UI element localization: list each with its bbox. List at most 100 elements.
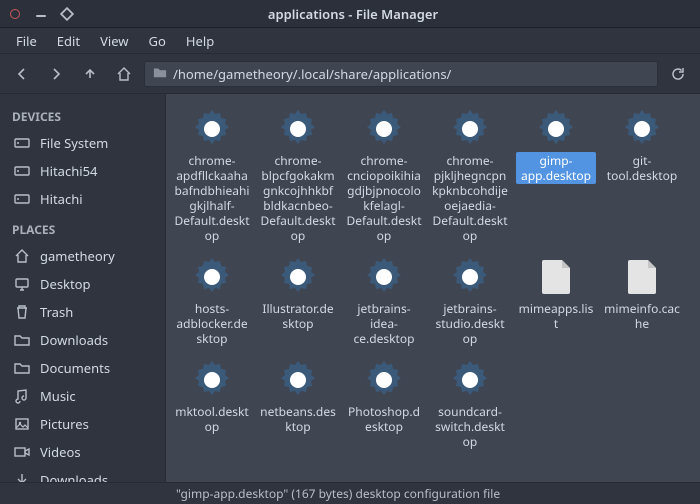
file-item[interactable]: Photoshop.desktop [342, 355, 426, 456]
file-view[interactable]: chrome-apdfllckaahabafndbhieahigkjlhalf-… [166, 94, 700, 482]
sidebar-item[interactable]: Desktop [0, 270, 165, 298]
desktop-icon [14, 276, 30, 292]
file-label: chrome-pjkljhegncpnkpknbcohdijeoejaedia-… [430, 152, 510, 244]
file-label: hosts-adblocker.desktop [172, 300, 252, 347]
file-item[interactable]: hosts-adblocker.desktop [170, 252, 254, 353]
drive-icon [14, 191, 30, 207]
home-icon [14, 248, 30, 264]
forward-button[interactable] [42, 60, 70, 88]
launcher-icon [191, 108, 233, 150]
window-title: applications - File Manager [74, 5, 632, 23]
sidebar-item[interactable]: Downloads [0, 466, 165, 482]
drive-icon [14, 163, 30, 179]
file-item[interactable]: chrome-apdfllckaahabafndbhieahigkjlhalf-… [170, 104, 254, 250]
launcher-icon [277, 256, 319, 298]
file-label: mktool.desktop [172, 403, 252, 435]
file-item[interactable]: chrome-pjkljhegncpnkpknbcohdijeoejaedia-… [428, 104, 512, 250]
file-item[interactable]: jetbrains-idea-ce.desktop [342, 252, 426, 353]
toolbar: /home/gametheory/.local/share/applicatio… [0, 54, 700, 94]
menu-view[interactable]: View [92, 29, 136, 53]
sidebar-item[interactable]: Downloads [0, 326, 165, 354]
file-label: chrome-cnciopoikihiagdjbjpnocolokfelagl-… [344, 152, 424, 244]
launcher-icon [277, 359, 319, 401]
pictures-icon [14, 416, 30, 432]
file-item[interactable]: git-tool.desktop [600, 104, 684, 250]
window-maximize-button[interactable] [60, 7, 74, 21]
file-label: jetbrains-idea-ce.desktop [344, 300, 424, 347]
sidebar-section-header: DEVICES [0, 100, 165, 129]
menu-go[interactable]: Go [141, 29, 174, 53]
music-icon [14, 388, 30, 404]
folder-icon [14, 360, 30, 376]
file-item[interactable]: mktool.desktop [170, 355, 254, 456]
file-label: mimeapps.list [516, 300, 596, 332]
sidebar-item[interactable]: Hitachi [0, 185, 165, 213]
file-item[interactable]: Illustrator.desktop [256, 252, 340, 353]
file-label: netbeans.desktop [258, 403, 338, 435]
titlebar: applications - File Manager [0, 0, 700, 28]
sidebar-item[interactable]: Music [0, 382, 165, 410]
launcher-icon [277, 108, 319, 150]
sidebar-item[interactable]: Trash [0, 298, 165, 326]
back-button[interactable] [8, 60, 36, 88]
file-label: Photoshop.desktop [344, 403, 424, 435]
launcher-icon [363, 108, 405, 150]
sidebar-item[interactable]: Videos [0, 438, 165, 466]
download-icon [14, 472, 30, 482]
file-icon [621, 256, 663, 298]
window-close-button[interactable] [8, 7, 22, 21]
home-button[interactable] [110, 60, 138, 88]
window-minimize-button[interactable] [34, 7, 48, 21]
file-label: soundcard-switch.desktop [430, 403, 510, 450]
sidebar-item-label: Desktop [40, 275, 91, 293]
statusbar: "gimp-app.desktop" (167 bytes) desktop c… [0, 482, 700, 504]
menu-edit[interactable]: Edit [49, 29, 88, 53]
reload-button[interactable] [664, 60, 692, 88]
sidebar-item-label: File System [40, 134, 108, 152]
menu-file[interactable]: File [8, 29, 45, 53]
drive-icon [14, 135, 30, 151]
sidebar-item-label: Trash [40, 303, 73, 321]
file-label: git-tool.desktop [602, 152, 682, 184]
launcher-icon [449, 256, 491, 298]
sidebar-item[interactable]: File System [0, 129, 165, 157]
launcher-icon [191, 256, 233, 298]
file-label: jetbrains-studio.desktop [430, 300, 510, 347]
file-label: chrome-apdfllckaahabafndbhieahigkjlhalf-… [172, 152, 252, 244]
launcher-icon [621, 108, 663, 150]
file-label: chrome-blpcfgokakmgnkcojhhkbfbldkacnbeo-… [258, 152, 338, 244]
file-item[interactable]: chrome-cnciopoikihiagdjbjpnocolokfelagl-… [342, 104, 426, 250]
sidebar-item-label: gametheory [40, 247, 115, 265]
launcher-icon [363, 359, 405, 401]
menubar: File Edit View Go Help [0, 28, 700, 54]
sidebar-item[interactable]: Hitachi54 [0, 157, 165, 185]
sidebar-item[interactable]: Documents [0, 354, 165, 382]
file-item[interactable]: gimp-app.desktop [514, 104, 598, 250]
sidebar-item-label: Hitachi [40, 190, 83, 208]
file-label: mimeinfo.cache [602, 300, 682, 332]
sidebar-item-label: Music [40, 387, 76, 405]
sidebar-item-label: Documents [40, 359, 110, 377]
launcher-icon [535, 108, 577, 150]
sidebar-item-label: Hitachi54 [40, 162, 97, 180]
file-item[interactable]: mimeapps.list [514, 252, 598, 353]
location-bar[interactable]: /home/gametheory/.local/share/applicatio… [144, 61, 658, 87]
file-label: gimp-app.desktop [516, 152, 596, 184]
folder-icon [14, 332, 30, 348]
file-item[interactable]: mimeinfo.cache [600, 252, 684, 353]
file-item[interactable]: jetbrains-studio.desktop [428, 252, 512, 353]
file-item[interactable]: netbeans.desktop [256, 355, 340, 456]
sidebar-item[interactable]: gametheory [0, 242, 165, 270]
sidebar-item[interactable]: Pictures [0, 410, 165, 438]
launcher-icon [191, 359, 233, 401]
file-item[interactable]: soundcard-switch.desktop [428, 355, 512, 456]
file-item[interactable]: chrome-blpcfgokakmgnkcojhhkbfbldkacnbeo-… [256, 104, 340, 250]
trash-icon [14, 304, 30, 320]
menu-help[interactable]: Help [178, 29, 222, 53]
launcher-icon [449, 108, 491, 150]
sidebar[interactable]: DEVICESFile SystemHitachi54HitachiPLACES… [0, 94, 166, 482]
up-button[interactable] [76, 60, 104, 88]
sidebar-item-label: Downloads [40, 471, 108, 482]
launcher-icon [363, 256, 405, 298]
launcher-icon [449, 359, 491, 401]
